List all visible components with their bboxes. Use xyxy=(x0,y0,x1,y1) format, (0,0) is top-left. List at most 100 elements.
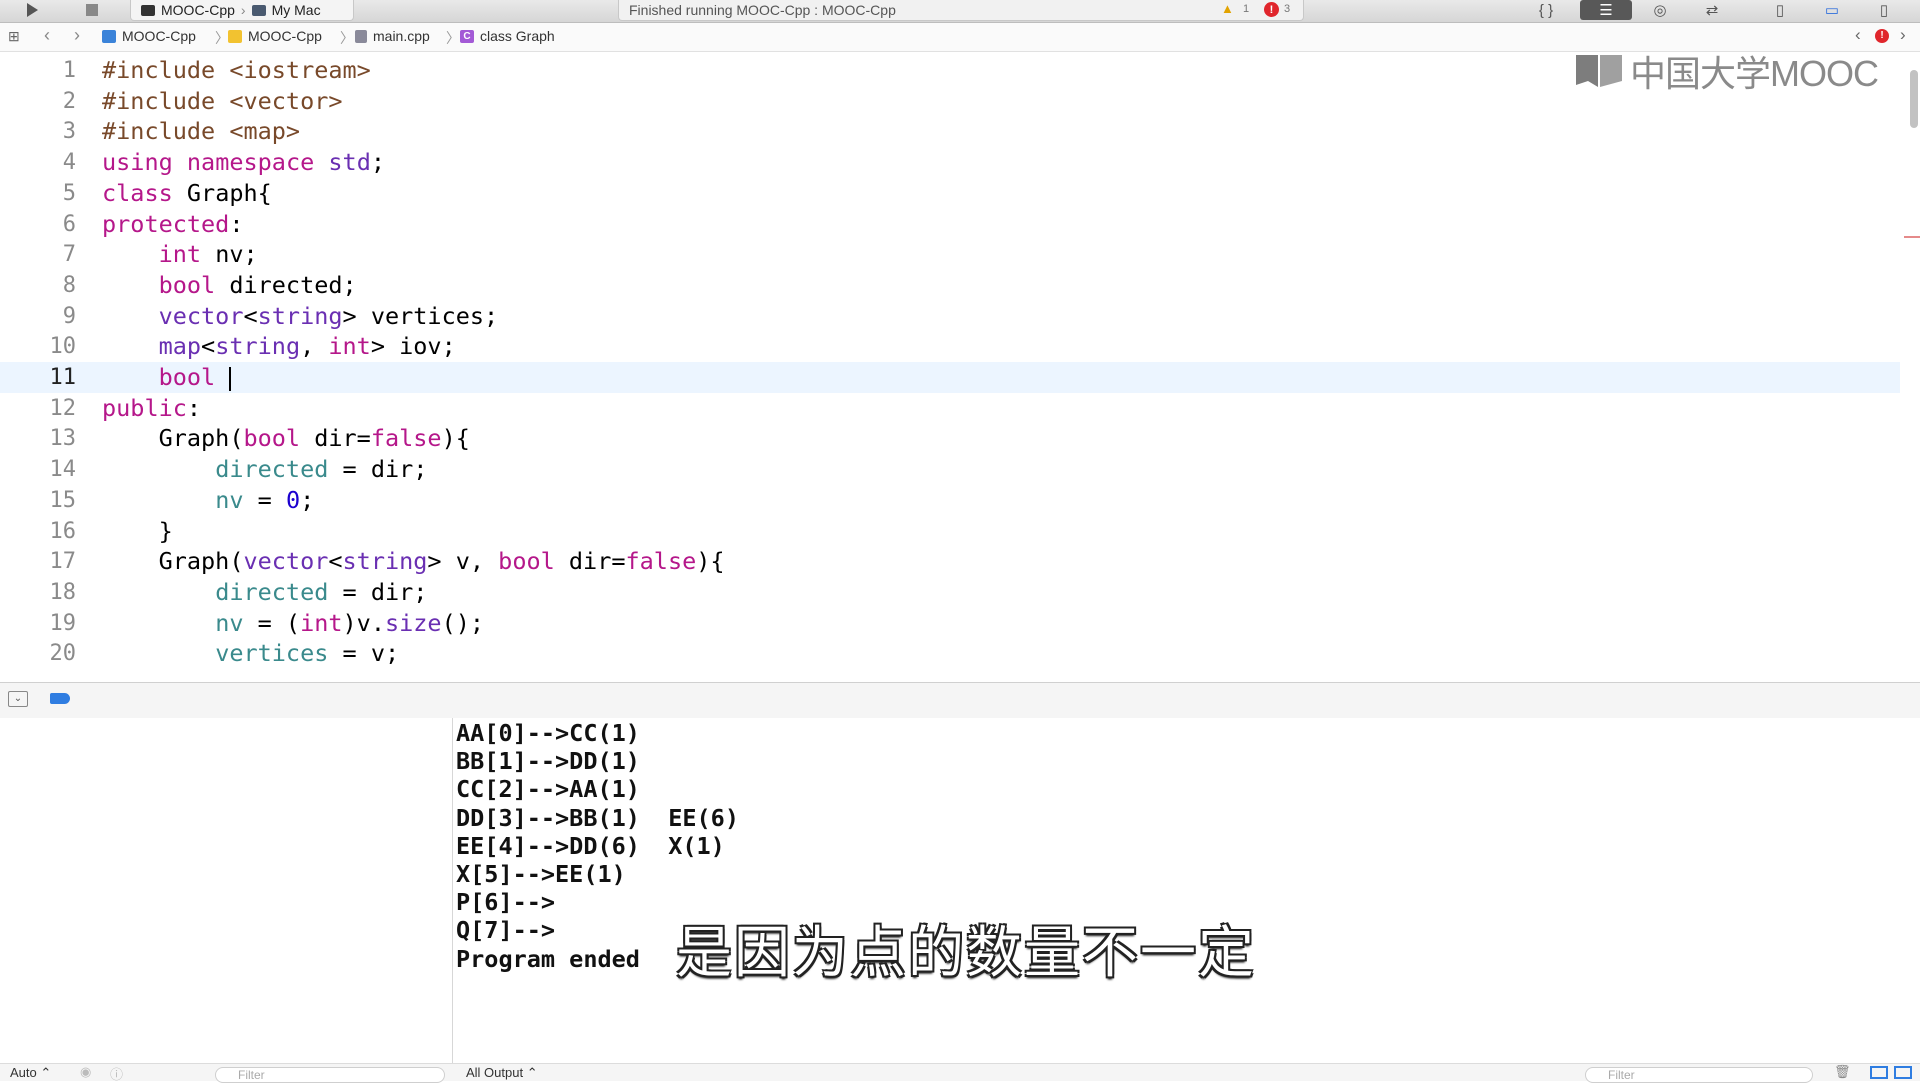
code-text: #include <map> xyxy=(102,116,300,147)
code-line[interactable]: 10 map<string, int> iov; xyxy=(0,331,1900,362)
utilities-toggle[interactable]: ▯ xyxy=(1862,0,1906,20)
code-text: bool directed; xyxy=(102,270,357,301)
code-line[interactable]: 15 nv = 0; xyxy=(0,485,1900,516)
line-number: 6 xyxy=(62,211,76,237)
assistant-editor-button[interactable]: ◎ xyxy=(1638,0,1682,20)
code-line[interactable]: 8 bool directed; xyxy=(0,270,1900,301)
console-line: BB[1]-->DD(1) xyxy=(456,747,640,776)
code-line[interactable]: 17 Graph(vector<string> v, bool dir=fals… xyxy=(0,546,1900,577)
console-output[interactable]: AA[0]-->CC(1) BB[1]-->DD(1) CC[2]-->AA(1) D… xyxy=(453,718,1920,1063)
chevron-down-icon: ⌄ xyxy=(13,693,23,704)
next-issue-button[interactable]: › xyxy=(1900,25,1906,45)
grid-icon: ⊞ xyxy=(8,28,20,44)
variables-view[interactable] xyxy=(0,718,453,1080)
window-toolbar: MOOC-Cpp › My Mac Finished running MOOC-… xyxy=(0,0,1920,23)
line-number: 12 xyxy=(49,395,77,421)
output-scope-popup[interactable]: All Output ⌃ xyxy=(466,1065,538,1081)
code-token: string xyxy=(342,547,428,576)
issue-indicator[interactable]: ! xyxy=(1875,29,1889,43)
code-line[interactable]: 12 public: xyxy=(0,393,1900,424)
back-button[interactable]: ‹ xyxy=(44,25,50,46)
code-token: nv xyxy=(215,485,244,514)
navigator-toggle[interactable]: ▯ xyxy=(1758,0,1802,20)
eye-icon[interactable]: ◉ xyxy=(80,1064,91,1080)
console-line: P[6]--> xyxy=(456,888,556,917)
code-line[interactable]: 19 nv = (int)v.size(); xyxy=(0,608,1900,639)
breadcrumb-file-label: main.cpp xyxy=(373,28,430,44)
code-line[interactable]: 6 protected: xyxy=(0,209,1900,240)
line-number: 7 xyxy=(62,242,76,268)
code-line[interactable]: 9 vector<string> vertices; xyxy=(0,301,1900,332)
code-text: } xyxy=(102,516,173,547)
editor-scrollbar[interactable] xyxy=(1910,70,1918,128)
version-editor-button[interactable]: ⇄ xyxy=(1690,0,1734,20)
bottom-panel-icon: ▭ xyxy=(1824,2,1840,19)
code-text: directed = dir; xyxy=(102,454,427,485)
right-panel-icon: ▯ xyxy=(1879,2,1889,19)
source-editor[interactable]: 1 #include <iostream> 2 #include <vector> 3 #… xyxy=(0,52,1900,682)
code-line[interactable]: 4 using namespace std; xyxy=(0,147,1900,178)
code-token: > v, xyxy=(427,547,499,576)
code-line[interactable]: 16 } xyxy=(0,516,1900,547)
code-token: #include <iostream> xyxy=(102,56,371,84)
info-icon[interactable]: ⓘ xyxy=(110,1064,123,1083)
console-filter-input[interactable]: Filter xyxy=(1585,1067,1813,1083)
standard-editor-button[interactable]: ☰ xyxy=(1580,0,1632,20)
breadcrumb-project[interactable]: MOOC-Cpp xyxy=(102,28,196,44)
code-line[interactable]: 18 directed = dir; xyxy=(0,577,1900,608)
status-text: Finished running MOOC-Cpp : MOOC-Cpp xyxy=(629,2,896,18)
code-token: #include <vector> xyxy=(102,86,343,115)
previous-issue-button[interactable]: ‹ xyxy=(1855,25,1861,45)
forward-button[interactable]: › xyxy=(74,25,80,46)
code-line[interactable]: 14 directed = dir; xyxy=(0,454,1900,485)
variables-scope-popup[interactable]: Auto ⌃ xyxy=(10,1065,51,1081)
code-line[interactable]: 11 bool xyxy=(0,362,1900,393)
warning-count: 1 xyxy=(1243,3,1250,15)
show-console-button[interactable] xyxy=(1894,1066,1912,1079)
show-variables-button[interactable] xyxy=(1870,1066,1888,1079)
code-token: = dir; xyxy=(328,577,428,606)
warning-icon[interactable]: ▲ xyxy=(1221,1,1234,16)
braces-icon: { } xyxy=(1538,1,1554,19)
scheme-selector[interactable]: MOOC-Cpp › My Mac xyxy=(130,0,354,21)
breadcrumb-file[interactable]: main.cpp xyxy=(355,28,430,44)
code-text: nv = 0; xyxy=(102,485,314,516)
code-token: Graph( xyxy=(102,424,244,453)
code-line[interactable]: 20 vertices = v; xyxy=(0,638,1900,669)
run-button[interactable] xyxy=(10,0,54,20)
code-token: } xyxy=(102,516,173,545)
debug-area-toggle[interactable]: ▭ xyxy=(1810,0,1854,20)
code-token: : xyxy=(186,393,202,422)
line-number: 17 xyxy=(49,549,77,575)
mooc-logo-icon xyxy=(1576,55,1622,87)
code-line[interactable]: 3 #include <map> xyxy=(0,116,1900,147)
trash-icon[interactable]: 🗑 xyxy=(1834,1064,1851,1080)
console-line: Q[7]--> xyxy=(456,916,556,945)
code-token: dir= xyxy=(300,424,371,453)
code-line[interactable]: 7 int nv; xyxy=(0,239,1900,270)
code-line[interactable]: 13 Graph(bool dir=false){ xyxy=(0,423,1900,454)
folder-icon xyxy=(228,29,242,43)
code-token: bool xyxy=(158,363,216,391)
code-text: nv = (int)v.size(); xyxy=(102,608,484,639)
snippets-button[interactable]: { } xyxy=(1524,0,1568,20)
code-token: > vertices; xyxy=(342,301,499,330)
code-text: vector<string> vertices; xyxy=(102,301,499,332)
chevron-right-icon: 〉 xyxy=(340,30,354,46)
related-items-button[interactable]: ⊞ xyxy=(8,28,20,45)
breakpoints-toggle[interactable] xyxy=(50,693,70,704)
hide-debug-area-button[interactable]: ⌄ xyxy=(8,691,28,707)
code-line[interactable]: 5 class Graph{ xyxy=(0,178,1900,209)
stop-button[interactable] xyxy=(70,0,114,20)
debug-bar: ⌄ xyxy=(0,682,1920,719)
breadcrumb-symbol[interactable]: C class Graph xyxy=(460,28,555,44)
error-icon[interactable]: ! xyxy=(1264,2,1279,17)
code-token: Graph{ xyxy=(172,178,272,207)
breadcrumb-folder[interactable]: MOOC-Cpp xyxy=(228,28,322,44)
variables-filter-input[interactable]: Filter xyxy=(215,1067,445,1083)
